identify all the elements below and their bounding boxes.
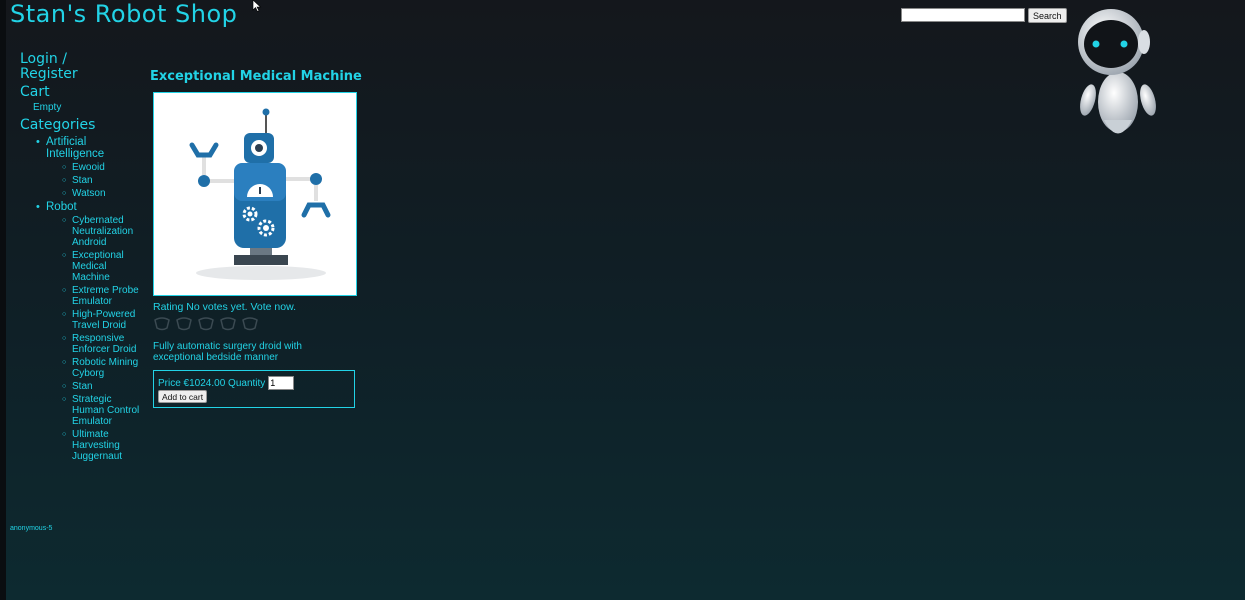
add-to-cart-button[interactable]: Add to cart bbox=[158, 390, 208, 403]
product-link[interactable]: Stan bbox=[72, 381, 93, 392]
product-image bbox=[153, 92, 357, 296]
category-artificial-intelligence: Artificial Intelligence Ewooid Stan Wats… bbox=[20, 136, 145, 199]
vote-icon[interactable] bbox=[175, 317, 193, 331]
product-link-uhj: Ultimate Harvesting Juggernaut bbox=[46, 429, 142, 462]
product-link-rmc: Robotic Mining Cyborg bbox=[46, 357, 142, 379]
vote-icon[interactable] bbox=[241, 317, 259, 331]
add-to-cart-form: Price €1024.00 Quantity Add to cart bbox=[153, 370, 355, 408]
product-description: Fully automatic surgery droid with excep… bbox=[153, 341, 302, 363]
vote-icon[interactable] bbox=[197, 317, 215, 331]
medical-robot-illustration bbox=[189, 108, 331, 280]
product-link[interactable]: Ewooid bbox=[72, 162, 105, 173]
product-link-stan-robot: Stan bbox=[46, 381, 142, 392]
product-link[interactable]: Ultimate Harvesting Juggernaut bbox=[72, 429, 122, 462]
cart-status: Empty bbox=[33, 102, 62, 113]
category-robot: Robot Cybernated Neutralization Android … bbox=[20, 201, 145, 462]
category-list: Artificial Intelligence Ewooid Stan Wats… bbox=[20, 136, 145, 464]
product-link[interactable]: Stan bbox=[72, 175, 93, 186]
product-link[interactable]: Responsive Enforcer Droid bbox=[72, 333, 136, 355]
product-link[interactable]: Robotic Mining Cyborg bbox=[72, 357, 138, 379]
product-link-stan: Stan bbox=[46, 175, 142, 186]
cart-link[interactable]: Cart bbox=[20, 85, 50, 100]
product-list: Ewooid Stan Watson bbox=[46, 162, 145, 199]
category-label[interactable]: Robot bbox=[46, 201, 77, 213]
product-link-ewooid: Ewooid bbox=[46, 162, 142, 173]
search-input[interactable] bbox=[901, 8, 1025, 22]
product-title: Exceptional Medical Machine bbox=[150, 69, 362, 84]
search-form: Search bbox=[901, 8, 1067, 23]
search-button[interactable]: Search bbox=[1028, 8, 1067, 23]
product-link-epe: Extreme Probe Emulator bbox=[46, 285, 142, 307]
vote-icon[interactable] bbox=[153, 317, 171, 331]
price-label: Price €1024.00 Quantity bbox=[158, 377, 266, 389]
current-user: anonymous-5 bbox=[10, 525, 53, 532]
product-link-shce: Strategic Human Control Emulator bbox=[46, 394, 142, 427]
product-link[interactable]: Cybernated Neutralization Android bbox=[72, 215, 133, 248]
product-link[interactable]: Watson bbox=[72, 188, 106, 199]
product-link-hptd: High-Powered Travel Droid bbox=[46, 309, 142, 331]
vote-icon[interactable] bbox=[219, 317, 237, 331]
product-link-emm: Exceptional Medical Machine bbox=[46, 250, 142, 283]
product-link[interactable]: Extreme Probe Emulator bbox=[72, 285, 139, 307]
site-title[interactable]: Stan's Robot Shop bbox=[10, 0, 237, 28]
rating-text[interactable]: Rating No votes yet. Vote now. bbox=[153, 301, 296, 313]
product-link[interactable]: Strategic Human Control Emulator bbox=[72, 394, 139, 427]
product-link-cna: Cybernated Neutralization Android bbox=[46, 215, 142, 248]
category-label[interactable]: Artificial Intelligence bbox=[46, 136, 104, 160]
login-register-link[interactable]: Login / Register bbox=[20, 52, 100, 82]
mouse-cursor-icon bbox=[252, 0, 262, 12]
quantity-stepper[interactable] bbox=[268, 376, 295, 390]
price-row: Price €1024.00 Quantity bbox=[158, 376, 295, 390]
product-link[interactable]: Exceptional Medical Machine bbox=[72, 250, 124, 283]
stan-robot-mascot bbox=[1078, 9, 1156, 134]
product-link[interactable]: High-Powered Travel Droid bbox=[72, 309, 135, 331]
product-link-red: Responsive Enforcer Droid bbox=[46, 333, 142, 355]
page-left-edge bbox=[0, 0, 6, 600]
product-list: Cybernated Neutralization Android Except… bbox=[46, 215, 145, 462]
product-link-watson: Watson bbox=[46, 188, 142, 199]
categories-heading: Categories bbox=[20, 117, 96, 133]
rating-stars bbox=[153, 317, 259, 331]
